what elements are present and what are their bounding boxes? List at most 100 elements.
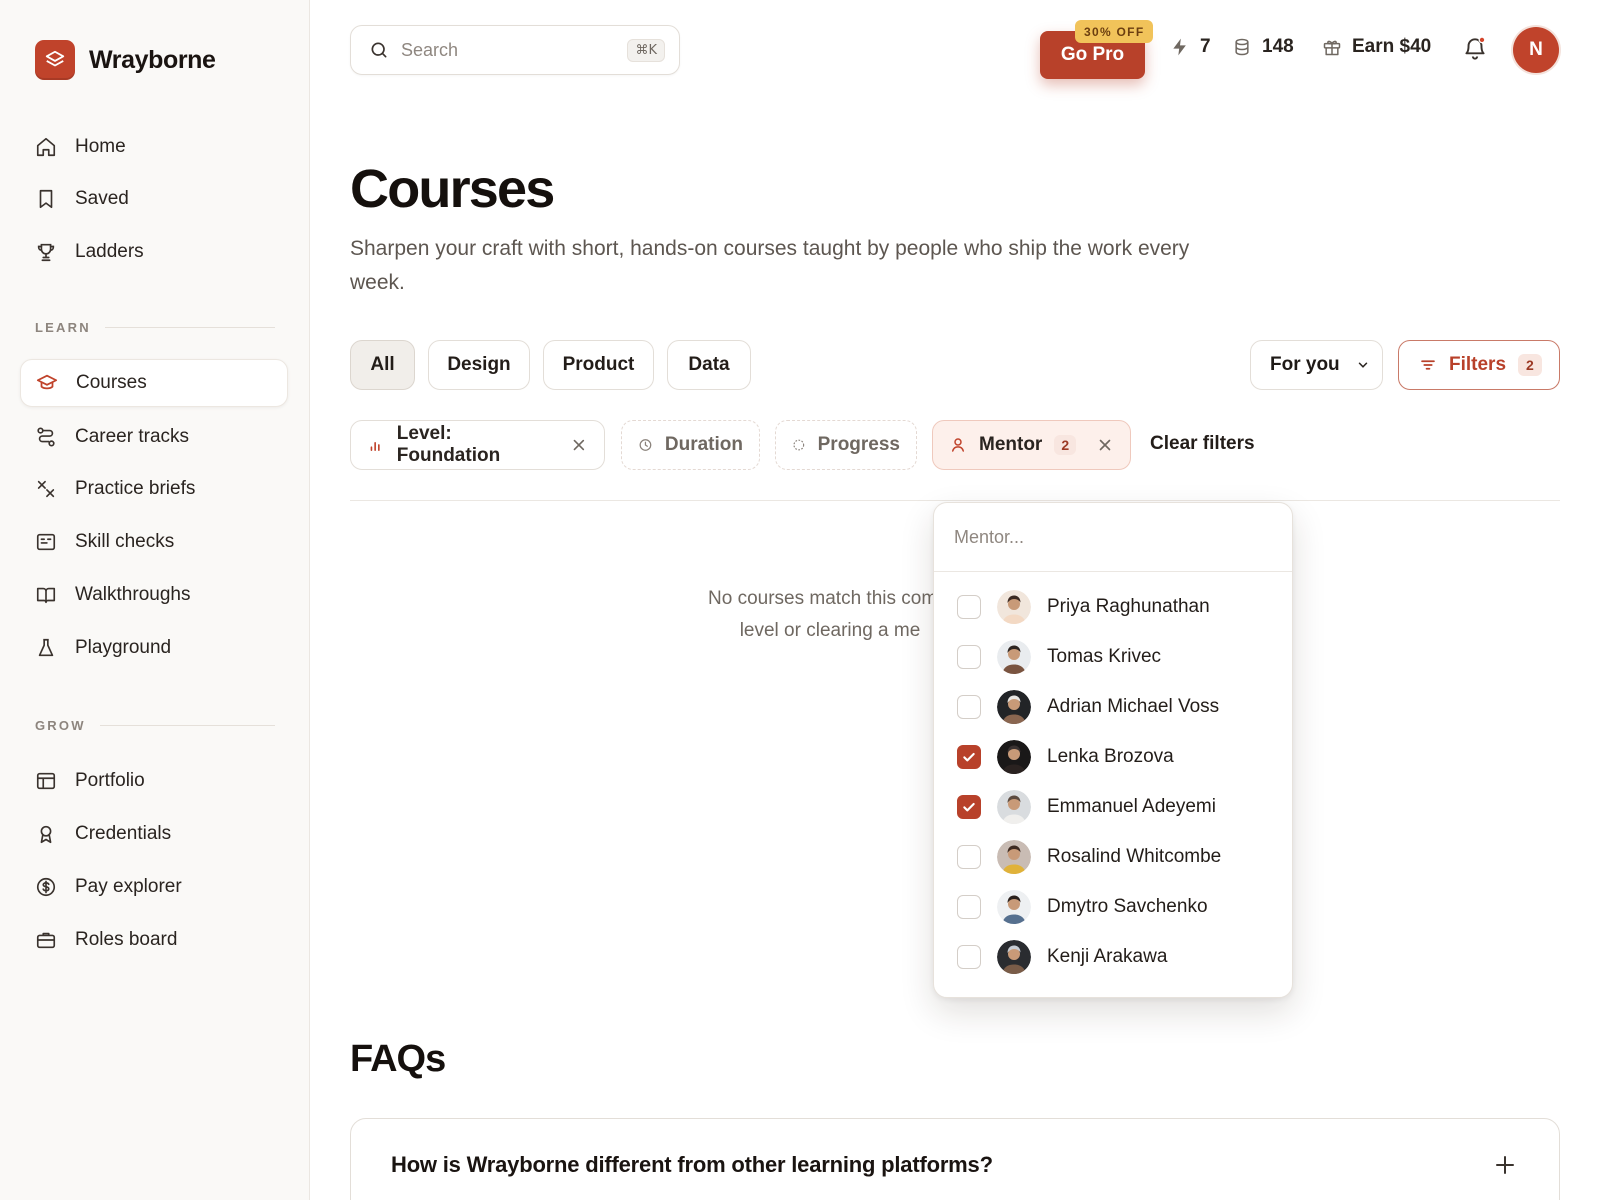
graduation-cap-icon [36, 374, 58, 390]
category-design[interactable]: Design [428, 340, 530, 390]
sidebar-item-label: Pay explorer [75, 876, 182, 897]
streak-count: 7 [1200, 36, 1211, 57]
app-root: Wrayborne Home Saved Ladders LEARN Cours… [0, 0, 1600, 1200]
mentor-dropdown: Mentor... Priya Raghunathan Tomas Krivec A… [933, 502, 1293, 998]
bell-icon [1465, 36, 1486, 60]
checkbox-unchecked[interactable] [957, 595, 981, 619]
sidebar-item-label: Practice briefs [75, 478, 196, 499]
duration-filter-chip[interactable]: Duration [621, 420, 760, 470]
mentor-avatar [997, 890, 1031, 924]
sidebar-item-credentials[interactable]: Credentials [20, 810, 288, 858]
mentor-avatar [997, 640, 1031, 674]
page-title: Courses [350, 159, 555, 219]
faq-heading: FAQs [350, 1038, 446, 1080]
checkbox-unchecked[interactable] [957, 845, 981, 869]
mentor-name: Adrian Michael Voss [1047, 696, 1220, 717]
checkbox-unchecked[interactable] [957, 895, 981, 919]
mentor-option-list: Priya Raghunathan Tomas Krivec Adrian Mich… [934, 572, 1292, 982]
search-icon [371, 42, 387, 58]
checklist-icon [36, 533, 56, 551]
mentor-avatar [997, 790, 1031, 824]
sidebar-item-label: Ladders [75, 241, 144, 262]
close-icon[interactable] [570, 436, 588, 454]
progress-filter-chip[interactable]: Progress [775, 420, 917, 470]
avatar-initial: N [1529, 39, 1543, 60]
mentor-option[interactable]: Tomas Krivec [934, 632, 1292, 682]
close-icon[interactable] [1096, 436, 1114, 454]
coins-stat[interactable]: 148 [1232, 36, 1294, 58]
mentor-name: Rosalind Whitcombe [1047, 846, 1222, 867]
streak-stat[interactable]: 7 [1170, 36, 1211, 58]
category-product[interactable]: Product [543, 340, 654, 390]
progress-chip-label: Progress [817, 434, 900, 455]
filters-divider [350, 500, 1560, 501]
checkbox-checked[interactable] [957, 795, 981, 819]
sort-label: For you [1270, 354, 1340, 375]
sidebar-item-home[interactable]: Home [20, 123, 288, 171]
filter-lines-icon [1421, 360, 1435, 370]
mentor-avatar [997, 940, 1031, 974]
sidebar-item-label: Career tracks [75, 426, 190, 447]
mentor-option[interactable]: Dmytro Savchenko [934, 882, 1292, 932]
sidebar-item-playground[interactable]: Playground [20, 624, 288, 672]
mentor-name: Priya Raghunathan [1047, 596, 1210, 617]
clock-icon [639, 439, 652, 451]
sidebar-item-roles-board[interactable]: Roles board [20, 916, 288, 964]
notifications-button[interactable] [1462, 35, 1488, 63]
mentor-option[interactable]: Rosalind Whitcombe [934, 832, 1292, 882]
mentor-chip-label: Mentor [979, 434, 1043, 455]
user-avatar[interactable]: N [1513, 27, 1559, 73]
mentor-option[interactable]: Emmanuel Adeyemi [934, 782, 1292, 832]
filters-label: Filters [1449, 354, 1507, 375]
home-icon [36, 137, 56, 157]
sidebar-item-pay-explorer[interactable]: Pay explorer [20, 863, 288, 911]
briefcase-icon [36, 932, 56, 949]
mentor-search-input[interactable]: Mentor... [934, 503, 1292, 572]
sort-dropdown[interactable]: For you [1250, 340, 1383, 390]
filters-button[interactable]: Filters 2 [1398, 340, 1560, 390]
coins-count: 148 [1262, 36, 1294, 57]
discount-badge: 30% OFF [1075, 20, 1154, 43]
faq-item[interactable]: How is Wrayborne different from other le… [350, 1118, 1560, 1200]
earn-referral-button[interactable]: Earn $40 [1322, 36, 1431, 58]
sidebar-item-label: Courses [76, 372, 147, 393]
sidebar-item-saved[interactable]: Saved [20, 175, 288, 223]
sidebar-item-label: Walkthroughs [75, 584, 191, 605]
category-label: All [370, 354, 395, 375]
sidebar-item-skill-checks[interactable]: Skill checks [20, 518, 288, 566]
sidebar-item-ladders[interactable]: Ladders [20, 228, 288, 276]
check-icon [963, 802, 975, 812]
brand-logo-icon [35, 40, 75, 80]
mentor-option[interactable]: Lenka Brozova [934, 732, 1292, 782]
clear-filters-button[interactable]: Clear filters [1150, 433, 1255, 455]
check-icon [963, 752, 975, 762]
section-label-grow: GROW [35, 718, 275, 733]
checkbox-unchecked[interactable] [957, 945, 981, 969]
section-divider [104, 327, 275, 328]
mentor-option[interactable]: Priya Raghunathan [934, 582, 1292, 632]
faq-question: How is Wrayborne different from other le… [391, 1152, 993, 1177]
bolt-icon [1173, 38, 1186, 56]
section-label-learn: LEARN [35, 320, 275, 335]
category-data[interactable]: Data [667, 340, 751, 390]
checkbox-unchecked[interactable] [957, 645, 981, 669]
sidebar-item-walkthroughs[interactable]: Walkthroughs [20, 571, 288, 619]
plus-icon[interactable] [1493, 1153, 1517, 1177]
mentor-option[interactable]: Kenji Arakawa [934, 932, 1292, 982]
search-input[interactable]: Search ⌘K [350, 25, 680, 75]
category-all[interactable]: All [350, 340, 415, 390]
tools-icon [37, 480, 55, 498]
level-filter-chip[interactable]: Level: Foundation [350, 420, 605, 470]
mentor-filter-chip[interactable]: Mentor 2 [932, 420, 1131, 470]
checkbox-unchecked[interactable] [957, 695, 981, 719]
sidebar-item-practice-briefs[interactable]: Practice briefs [20, 465, 288, 513]
earn-label: Earn $40 [1352, 36, 1432, 57]
trophy-icon [37, 243, 55, 262]
mentor-option[interactable]: Adrian Michael Voss [934, 682, 1292, 732]
sidebar-item-courses[interactable]: Courses [20, 359, 288, 407]
sidebar-item-label: Credentials [75, 823, 172, 844]
brand[interactable]: Wrayborne [35, 40, 216, 80]
sidebar-item-portfolio[interactable]: Portfolio [20, 757, 288, 805]
checkbox-checked[interactable] [957, 745, 981, 769]
sidebar-item-career-tracks[interactable]: Career tracks [20, 413, 288, 461]
